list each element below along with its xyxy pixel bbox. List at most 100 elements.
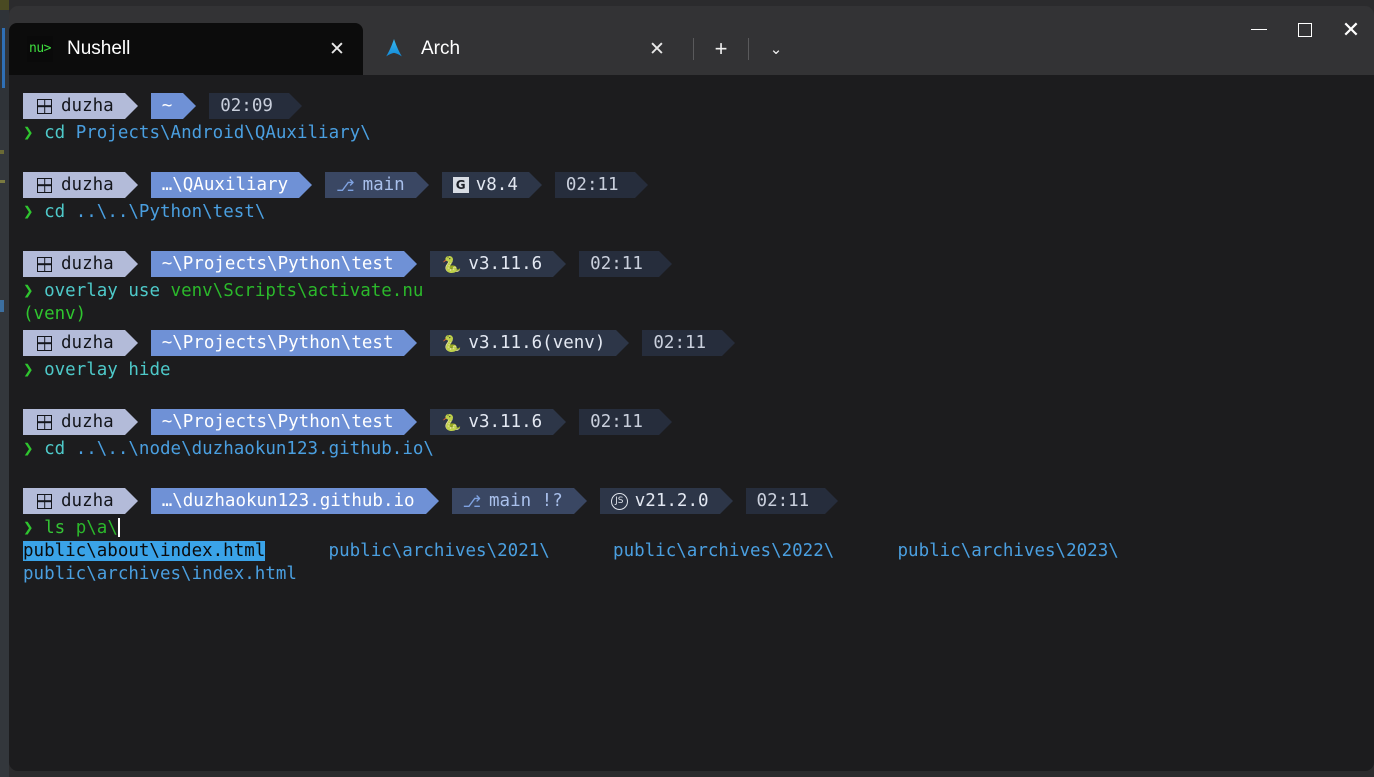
prompt-user-label: duzha <box>61 95 114 116</box>
divider <box>748 38 749 60</box>
completion-item-selected[interactable]: public\about\index.html <box>23 541 266 561</box>
prompt-segment-tool: 🐍 v3.11.6 <box>430 251 554 277</box>
command-argument: Projects\Android\QAuxiliary\ <box>75 123 371 143</box>
maximize-button[interactable] <box>1282 6 1328 53</box>
completion-row[interactable]: public\archives\index.html <box>23 563 1374 586</box>
window-grid-icon <box>37 256 52 272</box>
prompt-chevron-icon: ❯ <box>23 360 34 380</box>
prompt-segment-tool: JS v21.2.0 <box>599 488 720 514</box>
prompt-line: duzha …\QAuxiliary ⎇ main G v8.4 02:11 <box>23 170 1374 200</box>
python-icon: 🐍 <box>441 412 462 432</box>
prompt-segment-user: duzha <box>23 409 125 435</box>
completion-item[interactable]: public\archives\2023\ <box>898 541 1119 561</box>
command-line: ❯ overlay use venv\Scripts\activate.nu <box>23 280 1374 303</box>
prompt-git-label: main !? <box>489 490 563 511</box>
prompt-line: duzha ~\Projects\Python\test 🐍 v3.11.6(v… <box>23 328 1374 358</box>
command-output: (venv) <box>23 303 1374 326</box>
prompt-line: duzha …\duzhaokun123.github.io ⎇ main !?… <box>23 486 1374 516</box>
command-name: cd <box>44 439 66 459</box>
sliver-accent <box>2 28 5 88</box>
prompt-line: duzha ~\Projects\Python\test 🐍 v3.11.6 0… <box>23 249 1374 279</box>
prompt-tool-label: v3.11.6 <box>468 411 543 432</box>
prompt-segment-user: duzha <box>23 251 125 277</box>
prompt-user-label: duzha <box>61 490 114 511</box>
prompt-chevron-icon: ❯ <box>23 202 34 222</box>
close-icon[interactable]: ✕ <box>637 29 677 69</box>
command-argument: ..\..\node\duzhaokun123.github.io\ <box>75 439 434 459</box>
titlebar-drag-area <box>797 6 1236 75</box>
prompt-line: duzha ~ 02:09 <box>23 91 1374 121</box>
gradle-icon: G <box>452 177 469 193</box>
prompt-segment-path: ~ <box>150 93 184 119</box>
current-command-line[interactable]: ❯ ls p\a\ <box>23 517 1374 540</box>
completion-item[interactable]: public\archives\index.html <box>23 564 297 584</box>
segment-arrow <box>415 172 442 198</box>
python-icon: 🐍 <box>441 333 462 353</box>
segment-arrow <box>658 251 685 277</box>
segment-arrow <box>124 488 151 514</box>
prompt-segment-tool: G v8.4 <box>441 172 529 198</box>
chevron-down-icon[interactable]: ⌄ <box>755 28 797 70</box>
command-line: ❯ cd Projects\Android\QAuxiliary\ <box>23 122 1374 145</box>
command-argument: ..\..\Python\test\ <box>75 202 266 222</box>
prompt-path-label: ~\Projects\Python\test <box>161 253 394 274</box>
new-tab-button[interactable]: + <box>700 28 742 70</box>
close-icon: ✕ <box>1341 16 1361 42</box>
prompt-segment-time: 02:11 <box>579 409 659 435</box>
prompt-path-label: ~ <box>161 95 173 116</box>
terminal-content: duzha ~ 02:09 ❯ cd Projects\Android\QAux… <box>9 91 1374 586</box>
prompt-segment-git: ⎇ main !? <box>451 488 574 514</box>
window-grid-icon <box>37 98 52 114</box>
git-branch-icon: ⎇ <box>336 175 355 195</box>
close-window-button[interactable]: ✕ <box>1328 6 1374 53</box>
close-icon[interactable]: ✕ <box>317 29 357 69</box>
prompt-time-label: 02:09 <box>220 95 273 116</box>
prompt-user-label: duzha <box>61 411 114 432</box>
minimize-button[interactable] <box>1236 6 1282 53</box>
prompt-chevron-icon: ❯ <box>23 518 34 538</box>
segment-arrow <box>124 93 151 119</box>
prompt-segment-path: ~\Projects\Python\test <box>150 409 405 435</box>
tab-strip: nu> Nushell ✕ Arch ✕ + ⌄ <box>9 6 797 75</box>
segment-arrow <box>528 172 555 198</box>
prompt-segment-path: ~\Projects\Python\test <box>150 251 405 277</box>
prompt-time-label: 02:11 <box>565 174 619 195</box>
tab-nushell[interactable]: nu> Nushell ✕ <box>9 23 363 75</box>
command-name: overlay use <box>44 281 160 301</box>
prompt-tool-label: v8.4 <box>475 174 518 195</box>
window-grid-icon <box>37 177 52 193</box>
terminal-window: nu> Nushell ✕ Arch ✕ + ⌄ ✕ duzha ~ 02:09… <box>9 6 1374 771</box>
segment-arrow <box>425 488 452 514</box>
prompt-segment-user: duzha <box>23 93 125 119</box>
prompt-segment-user: duzha <box>23 330 125 356</box>
completion-item[interactable]: public\archives\2021\ <box>329 541 550 561</box>
segment-arrow <box>124 251 151 277</box>
tab-arch[interactable]: Arch ✕ <box>363 23 683 75</box>
window-grid-icon <box>37 414 52 430</box>
completion-item[interactable]: public\archives\2022\ <box>613 541 834 561</box>
segment-arrow <box>553 251 579 277</box>
terminal-viewport[interactable]: duzha ~ 02:09 ❯ cd Projects\Android\QAux… <box>9 75 1374 771</box>
prompt-segment-tool: 🐍 v3.11.6 <box>430 409 554 435</box>
prompt-user-label: duzha <box>61 332 114 353</box>
segment-arrow <box>658 409 685 435</box>
prompt-segment-time: 02:11 <box>579 251 659 277</box>
prompt-tool-label: v21.2.0 <box>634 490 709 511</box>
tab-title-nushell: Nushell <box>67 38 131 59</box>
command-line: ❯ overlay hide <box>23 359 1374 382</box>
segment-arrow <box>404 330 430 356</box>
command-line: ❯ cd ..\..\Python\test\ <box>23 201 1374 224</box>
prompt-segment-time: 02:11 <box>745 488 826 514</box>
segment-arrow <box>183 93 209 119</box>
python-icon: 🐍 <box>441 254 462 274</box>
title-bar: nu> Nushell ✕ Arch ✕ + ⌄ ✕ <box>9 6 1374 75</box>
prompt-git-label: main <box>362 174 405 195</box>
arch-linux-icon <box>381 36 407 62</box>
completion-row[interactable]: public\about\index.html public\archives\… <box>23 540 1374 563</box>
git-branch-icon: ⎇ <box>462 491 481 511</box>
prompt-tool-label: v3.11.6 <box>468 253 543 274</box>
segment-arrow <box>124 409 151 435</box>
